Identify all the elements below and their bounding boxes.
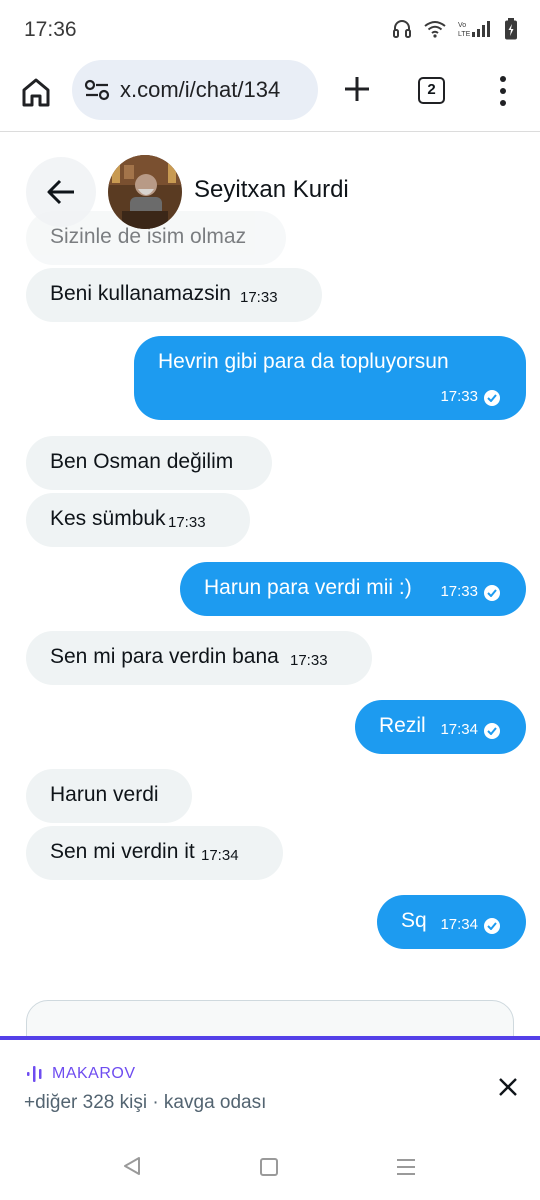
message-text: Sen mi para verdin bana — [50, 645, 279, 668]
message-time: 17:34 — [440, 721, 478, 738]
outgoing-message-bubble[interactable]: Sq 17:34 — [377, 895, 526, 949]
check-circle-icon — [484, 390, 500, 406]
incoming-message-bubble[interactable]: Beni kullanamazsin 17:33 — [26, 268, 322, 322]
contact-name: Seyitxan Kurdi — [194, 176, 349, 203]
incoming-message-bubble[interactable]: Kes sümbuk 17:33 — [26, 493, 250, 547]
status-icons: Vo LTE — [392, 18, 518, 40]
back-button[interactable] — [26, 157, 96, 227]
svg-text:LTE: LTE — [458, 31, 471, 38]
message-time: 17:33 — [168, 514, 206, 531]
avatar[interactable] — [108, 155, 182, 229]
nav-home-icon[interactable] — [260, 1158, 278, 1176]
plus-icon — [345, 77, 369, 101]
incoming-message-bubble[interactable]: Sen mi para verdin bana 17:33 — [26, 631, 372, 685]
headphones-icon — [393, 20, 411, 38]
message-time: 17:33 — [440, 583, 478, 600]
outgoing-message-bubble[interactable]: Rezil 17:34 — [355, 700, 526, 754]
home-icon — [22, 78, 50, 107]
tab-switcher-button[interactable]: 2 — [418, 77, 445, 104]
message-text: Sen mi verdin it — [50, 840, 195, 863]
message-time: 17:33 — [290, 652, 328, 669]
more-vert-icon[interactable] — [496, 74, 510, 108]
message-time: 17:34 — [201, 847, 239, 864]
message-text: Hevrin gibi para da topluyorsun — [158, 350, 449, 373]
message-text: Sq — [401, 909, 427, 932]
message-text: Harun para verdi mii :) — [204, 576, 412, 599]
nav-recents-icon[interactable] — [396, 1158, 416, 1176]
incoming-message-bubble[interactable]: Sen mi verdin it 17:34 — [26, 826, 283, 880]
signal-icon: Vo LTE — [458, 21, 490, 38]
close-icon[interactable] — [496, 1075, 520, 1099]
tune-icon[interactable] — [84, 78, 110, 107]
outgoing-message-bubble[interactable]: Harun para verdi mii :) 17:33 — [180, 562, 526, 616]
wifi-icon — [424, 21, 446, 38]
new-tab-button[interactable] — [342, 74, 372, 104]
space-host: MAKAROV — [26, 1064, 136, 1084]
space-accent-line — [0, 1036, 540, 1040]
message-text: Rezil — [379, 714, 426, 737]
system-nav-bar — [0, 1140, 540, 1200]
incoming-message-bubble[interactable]: Ben Osman değilim — [26, 436, 272, 490]
message-time: 17:34 — [440, 916, 478, 933]
space-subtitle: +diğer 328 kişi · kavga odası — [24, 1092, 267, 1113]
battery-icon — [505, 18, 517, 40]
message-time: 17:33 — [440, 388, 478, 405]
arrow-left-icon — [47, 179, 74, 205]
address-bar[interactable]: x.com/i/chat/134 — [72, 60, 318, 120]
message-text: Ben Osman değilim — [50, 450, 234, 473]
home-button[interactable] — [18, 74, 54, 110]
message-time: 17:33 — [240, 289, 278, 306]
message-text: Kes sümbuk — [50, 507, 166, 530]
incoming-message-bubble[interactable]: Harun verdi — [26, 769, 192, 823]
svg-text:Vo: Vo — [458, 22, 466, 29]
check-circle-icon — [484, 585, 500, 601]
status-time: 17:36 — [24, 18, 77, 41]
browser-toolbar: x.com/i/chat/134 2 — [0, 60, 540, 132]
check-circle-icon — [484, 723, 500, 739]
nav-back-icon[interactable] — [122, 1156, 142, 1176]
url-text: x.com/i/chat/134 — [120, 77, 281, 102]
space-host-name: MAKAROV — [52, 1065, 136, 1082]
status-bar: 17:36 Vo LTE — [0, 0, 540, 60]
check-circle-icon — [484, 918, 500, 934]
message-text: Beni kullanamazsin — [50, 282, 231, 305]
outgoing-message-bubble[interactable]: Hevrin gibi para da topluyorsun 17:33 — [134, 336, 526, 420]
message-text: Harun verdi — [50, 783, 159, 806]
audio-wave-icon — [27, 1066, 42, 1082]
